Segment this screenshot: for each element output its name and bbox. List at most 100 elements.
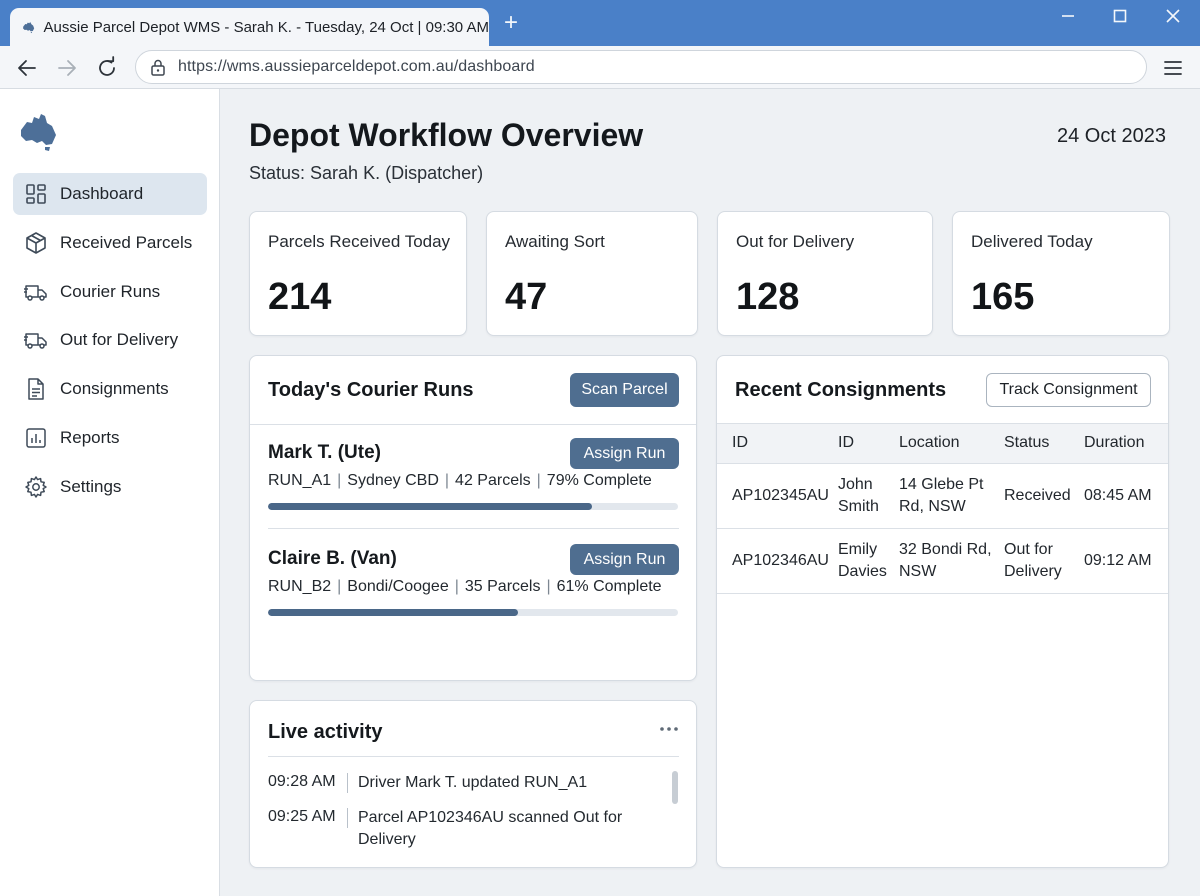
back-arrow-icon[interactable] [15,56,39,80]
panel-title: Today's Courier Runs [268,379,474,401]
divider [250,424,696,425]
run-progress-fill [268,503,592,510]
minimize-icon[interactable] [1056,5,1080,27]
sidebar-item-consignments[interactable]: Consignments [13,368,207,410]
column-header[interactable]: ID [838,434,854,452]
sidebar-item-label: Dashboard [60,184,144,203]
sidebar-item-label: Received Parcels [60,232,193,252]
customer-name: Emily Davies [838,541,887,580]
assign-run-button[interactable]: Assign Run [570,544,679,575]
sidebar-item-label: Courier Runs [60,281,161,301]
customer-name: John Smith [838,476,879,515]
stat-label: Delivered Today [971,232,1093,251]
run-id: RUN_A1 [268,472,332,489]
stat-label: Awaiting Sort [505,232,605,251]
panel-title: Recent Consignments [735,379,947,401]
stat-value: 165 [971,276,1035,318]
consignment-duration: 08:45 AM [1084,487,1152,504]
run-progress-fill [268,609,519,616]
run-details: RUN_A1 | Sydney CBD | 42 Parcels | 79% Complet… [268,472,652,489]
run-details: RUN_B2 | Bondi/Coogee | 35 Parcels | 61% Compl… [268,578,662,595]
sidebar-item-dashboard[interactable]: Dashboard [13,173,207,215]
sidebar-item-label: Reports [60,427,120,447]
sidebar-item-received-parcels[interactable]: Received Parcels [13,222,207,264]
new-tab-button[interactable]: + [500,11,522,35]
browser-tab[interactable]: Aussie Parcel Depot WMS - Sarah K. - Tue… [10,8,489,46]
consignment-id: AP102346AU [732,552,829,569]
browser-toolbar: https://wms.aussieparceldepot.com.au/das… [0,46,1200,89]
table-header: ID ID Location Status Duration [717,423,1168,464]
run-area: Sydney CBD [347,472,439,489]
sidebar-item-courier-runs[interactable]: Courier Runs [13,271,207,313]
forward-arrow-icon[interactable] [55,56,79,80]
gear-icon [25,476,47,498]
column-header[interactable]: Location [899,434,960,452]
stat-label: Out for Delivery [736,232,855,251]
panel-title: Live activity [268,721,383,743]
column-header[interactable]: Status [1004,434,1049,452]
stat-value: 214 [268,276,332,318]
recent-consignments-panel: Recent Consignments Track Consignment ID… [716,355,1169,868]
column-header[interactable]: ID [732,434,748,452]
more-options-icon[interactable] [658,722,680,736]
divider [268,756,679,757]
url-text: https://wms.aussieparceldepot.com.au/das… [178,58,535,75]
sidebar-item-label: Settings [60,476,122,496]
page-date: 24 Oct 2023 [1057,125,1166,147]
site-favicon-icon [23,21,35,34]
sidebar-item-reports[interactable]: Reports [13,417,207,459]
address-bar[interactable]: https://wms.aussieparceldepot.com.au/das… [135,50,1147,84]
truck-icon [24,284,47,301]
user-status: Status: Sarah K. (Dispatcher) [249,163,484,183]
sidebar-item-out-for-delivery[interactable]: Out for Delivery [13,319,207,361]
live-activity-panel: Live activity 09:28 AM Driver Mark T. up… [249,700,697,868]
stat-card-parcels-received: Parcels Received Today 214 [249,211,467,336]
page-title: Depot Workflow Overview [249,117,644,153]
chart-icon [26,428,46,448]
maximize-icon[interactable] [1108,5,1132,27]
table-row[interactable]: AP102346AU Emily Davies 32 Bondi Rd, NSW… [717,529,1168,594]
scan-parcel-button[interactable]: Scan Parcel [570,373,679,407]
consignment-id: AP102345AU [732,487,829,504]
run-driver-name: Mark T. (Ute) [268,442,381,463]
activity-scrollbar[interactable] [672,771,678,804]
run-complete: 79% Complete [546,472,652,489]
consignment-status: Received [1004,487,1071,504]
activity-text: Parcel AP102346AU scanned Out for Delive… [358,809,623,848]
run-id: RUN_B2 [268,578,332,595]
stat-label: Parcels Received Today [268,232,451,251]
run-driver-name: Claire B. (Van) [268,548,397,569]
reload-icon[interactable] [95,56,119,80]
australia-logo-icon [21,114,56,151]
hamburger-menu-icon[interactable] [1162,57,1184,79]
courier-runs-panel: Today's Courier Runs Scan Parcel Mark T.… [249,355,697,681]
stat-value: 47 [505,276,548,318]
delivery-truck-icon [24,333,47,350]
run-parcels: 42 Parcels [455,472,531,489]
sidebar-item-label: Out for Delivery [60,330,179,350]
stat-card-out-for-delivery: Out for Delivery 128 [717,211,933,336]
tab-title: Aussie Parcel Depot WMS - Sarah K. - Tue… [43,18,489,36]
lock-icon [151,59,165,76]
column-header[interactable]: Duration [1084,434,1144,452]
assign-run-button[interactable]: Assign Run [570,438,679,469]
sidebar-item-settings[interactable]: Settings [13,466,207,508]
activity-text: Driver Mark T. updated RUN_A1 [358,774,588,791]
grid-icon [26,184,46,204]
run-complete: 61% Complete [556,578,662,595]
document-icon [28,378,44,400]
box-icon [26,231,46,254]
activity-separator [347,773,348,793]
consignment-status: Out for Delivery [1004,541,1062,580]
run-progress-bar [268,503,678,510]
activity-separator [347,808,348,828]
delivery-location: 14 Glebe Pt Rd, NSW [899,476,984,515]
table-row[interactable]: AP102345AU John Smith 14 Glebe Pt Rd, NS… [717,464,1168,529]
activity-time: 09:25 AM [268,808,336,825]
activity-time: 09:28 AM [268,773,336,790]
run-progress-bar [268,609,678,616]
browser-titlebar: Aussie Parcel Depot WMS - Sarah K. - Tue… [0,0,1200,46]
track-consignment-button[interactable]: Track Consignment [986,373,1151,407]
stat-card-awaiting-sort: Awaiting Sort 47 [486,211,698,336]
close-icon[interactable] [1161,5,1185,27]
